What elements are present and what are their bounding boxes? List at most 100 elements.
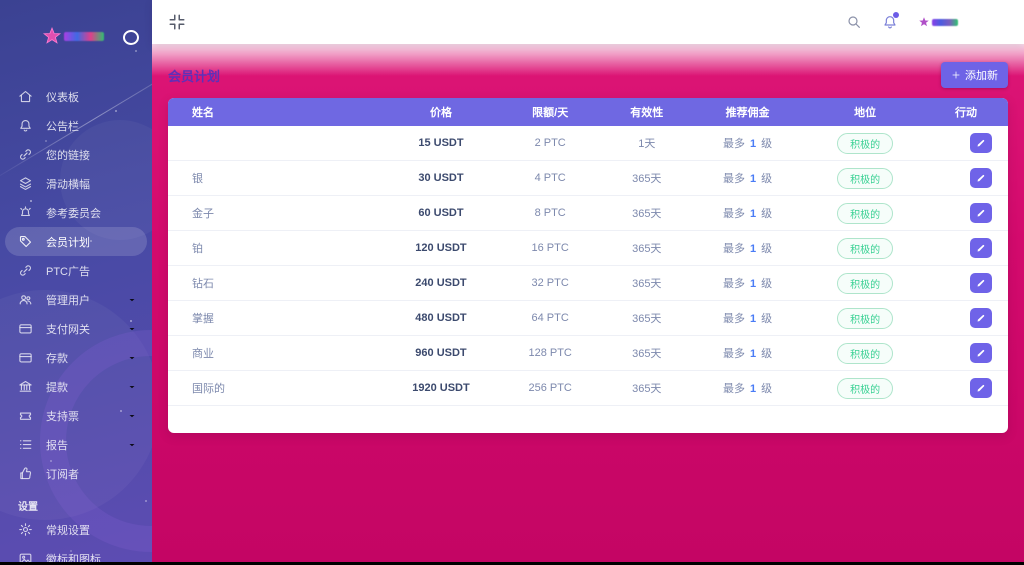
commission-level: 1 bbox=[750, 348, 756, 360]
plan-price: 60 USDT bbox=[386, 207, 495, 219]
table-header-cell: 行动 bbox=[924, 104, 1008, 120]
table-row: 铂 120 USDT 16 PTC 365天 最多1级 积极的 bbox=[168, 231, 1008, 266]
plan-commission: 最多1级 bbox=[689, 135, 807, 151]
status-badge: 积极的 bbox=[837, 238, 893, 259]
search-button[interactable] bbox=[846, 14, 862, 30]
plan-price: 15 USDT bbox=[386, 137, 495, 149]
sidebar-item-label: 徽标和图标 bbox=[46, 551, 101, 563]
sidebar-item[interactable]: 公告栏 bbox=[5, 111, 147, 140]
profile-button[interactable] bbox=[918, 16, 958, 28]
table-row: 银 30 USDT 4 PTC 365天 最多1级 积极的 bbox=[168, 161, 1008, 196]
sidebar-item[interactable]: 支持票 bbox=[5, 401, 147, 430]
brand-wordmark bbox=[64, 32, 104, 41]
table-row: 掌握 480 USDT 64 PTC 365天 最多1级 积极的 bbox=[168, 301, 1008, 336]
sidebar-item-label: 参考委员会 bbox=[46, 205, 101, 221]
sidebar-item[interactable]: 会员计划 bbox=[5, 227, 147, 256]
table-header-cell: 有效性 bbox=[605, 104, 689, 120]
sidebar-item[interactable]: 支付网关 bbox=[5, 314, 147, 343]
chevron-down-icon bbox=[127, 295, 137, 305]
plans-table: 姓名价格限额/天有效性推荐佣金地位行动 15 USDT 2 PTC 1天 最多1… bbox=[168, 98, 1008, 433]
plan-name: 金子 bbox=[168, 205, 386, 221]
plan-validity: 1天 bbox=[605, 135, 689, 151]
edit-button[interactable] bbox=[970, 168, 992, 188]
sidebar-item-label: 常规设置 bbox=[46, 522, 90, 538]
sidebar-item[interactable]: 订阅者 bbox=[5, 459, 147, 488]
pencil-icon bbox=[976, 243, 986, 253]
edit-button[interactable] bbox=[970, 378, 992, 398]
table-header-cell: 限额/天 bbox=[496, 104, 605, 120]
star-icon bbox=[42, 26, 62, 46]
sidebar-item-label: 提款 bbox=[46, 379, 68, 395]
plan-validity: 365天 bbox=[605, 170, 689, 186]
pencil-icon bbox=[976, 383, 986, 393]
profile-logo bbox=[932, 19, 958, 26]
plan-validity: 365天 bbox=[605, 240, 689, 256]
search-icon bbox=[846, 14, 862, 30]
table-row: 钻石 240 USDT 32 PTC 365天 最多1级 积极的 bbox=[168, 266, 1008, 301]
layers-icon bbox=[18, 176, 33, 191]
plus-icon bbox=[951, 70, 961, 80]
sidebar-item-label: 订阅者 bbox=[46, 466, 79, 482]
plan-name: 掌握 bbox=[168, 310, 386, 326]
sidebar-item[interactable]: 提款 bbox=[5, 372, 147, 401]
home-icon bbox=[18, 89, 33, 104]
plan-price: 480 USDT bbox=[386, 312, 495, 324]
sidebar-item-label: 您的链接 bbox=[46, 147, 90, 163]
plan-limit: 8 PTC bbox=[496, 207, 605, 219]
edit-button[interactable] bbox=[970, 308, 992, 328]
plan-limit: 2 PTC bbox=[496, 137, 605, 149]
status-badge: 积极的 bbox=[837, 273, 893, 294]
sidebar-item-label: 存款 bbox=[46, 350, 68, 366]
edit-button[interactable] bbox=[970, 203, 992, 223]
plan-commission: 最多1级 bbox=[689, 345, 807, 361]
settings-section-label: 设置 bbox=[0, 498, 152, 513]
notifications-button[interactable] bbox=[882, 14, 898, 30]
plan-price: 1920 USDT bbox=[386, 382, 495, 394]
edit-button[interactable] bbox=[970, 238, 992, 258]
sidebar-logo-row bbox=[0, 0, 152, 74]
compress-icon bbox=[168, 13, 186, 31]
chevron-down-icon bbox=[127, 324, 137, 334]
sidebar-item[interactable]: 滑动横幅 bbox=[5, 169, 147, 198]
sidebar-item[interactable]: 仪表板 bbox=[5, 82, 147, 111]
link-icon bbox=[18, 263, 33, 278]
plan-commission: 最多1级 bbox=[689, 205, 807, 221]
sidebar-item-label: PTC广告 bbox=[46, 263, 90, 279]
brand-logo bbox=[42, 26, 104, 46]
plan-limit: 256 PTC bbox=[496, 382, 605, 394]
plan-commission: 最多1级 bbox=[689, 275, 807, 291]
edit-button[interactable] bbox=[970, 343, 992, 363]
sidebar-item[interactable]: 常规设置 bbox=[5, 515, 147, 544]
plan-validity: 365天 bbox=[605, 380, 689, 396]
plan-name: 钻石 bbox=[168, 275, 386, 291]
sidebar-item[interactable]: 徽标和图标 bbox=[5, 544, 147, 562]
sidebar-item-label: 滑动横幅 bbox=[46, 176, 90, 192]
plan-price: 960 USDT bbox=[386, 347, 495, 359]
table-header-cell: 地位 bbox=[806, 104, 924, 120]
plan-price: 30 USDT bbox=[386, 172, 495, 184]
sidebar-item[interactable]: 参考委员会 bbox=[5, 198, 147, 227]
sidebar-item[interactable]: 存款 bbox=[5, 343, 147, 372]
sidebar-item[interactable]: 报告 bbox=[5, 430, 147, 459]
chevron-down-icon bbox=[127, 440, 137, 450]
sidebar-item[interactable]: 管理用户 bbox=[5, 285, 147, 314]
sidebar-item[interactable]: PTC广告 bbox=[5, 256, 147, 285]
sidebar-item[interactable]: 您的链接 bbox=[5, 140, 147, 169]
add-new-button[interactable]: 添加新 bbox=[941, 62, 1008, 88]
plan-commission: 最多1级 bbox=[689, 380, 807, 396]
sidebar-collapse-button[interactable] bbox=[168, 13, 186, 31]
plan-limit: 4 PTC bbox=[496, 172, 605, 184]
star-icon bbox=[918, 16, 930, 28]
commission-level: 1 bbox=[750, 313, 756, 325]
edit-button[interactable] bbox=[970, 273, 992, 293]
list-icon bbox=[18, 437, 33, 452]
commission-level: 1 bbox=[750, 208, 756, 220]
commission-level: 1 bbox=[750, 173, 756, 185]
sidebar-pin-toggle[interactable] bbox=[123, 30, 139, 45]
plan-limit: 16 PTC bbox=[496, 242, 605, 254]
edit-button[interactable] bbox=[970, 133, 992, 153]
table-header-cell: 推荐佣金 bbox=[689, 104, 807, 120]
tag-icon bbox=[18, 234, 33, 249]
chevron-down-icon bbox=[127, 353, 137, 363]
gear-icon bbox=[18, 522, 33, 537]
